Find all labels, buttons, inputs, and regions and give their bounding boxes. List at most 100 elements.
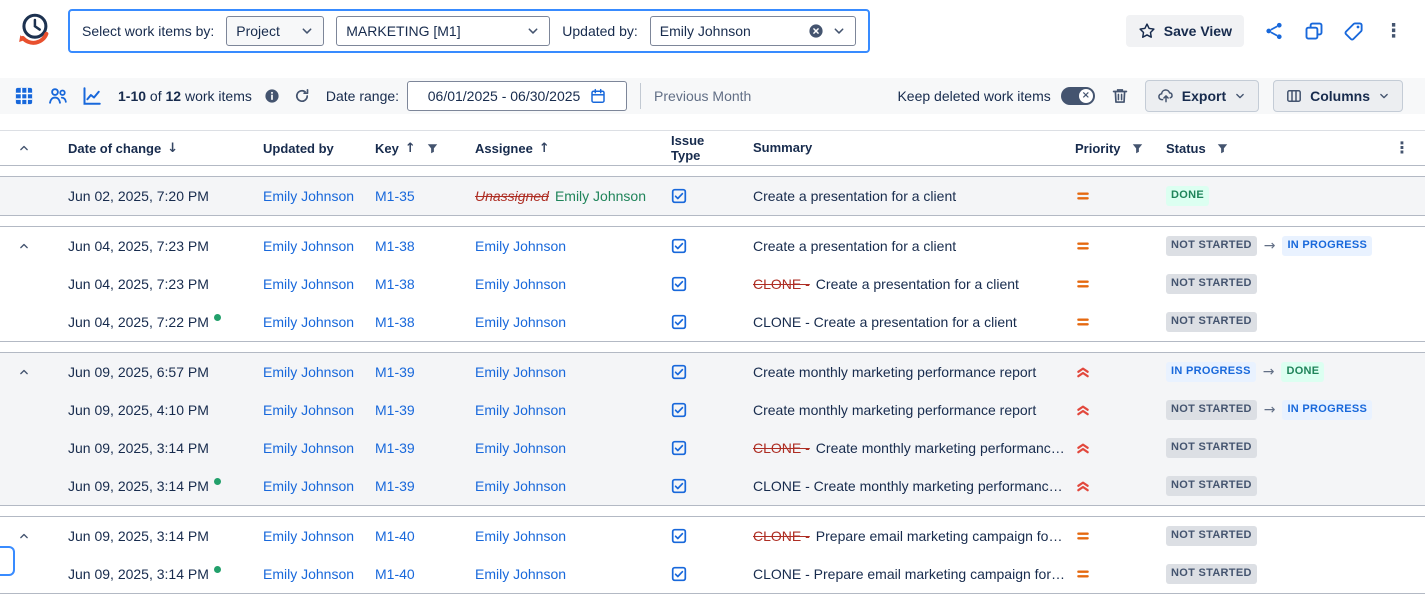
date-text: Jun 09, 2025, 3:14 PM	[68, 528, 209, 544]
copy-icon[interactable]	[1304, 21, 1324, 41]
date-cell: Jun 09, 2025, 3:14 PM	[48, 566, 243, 582]
date-range-input[interactable]: 06/01/2025 - 06/30/2025	[407, 81, 627, 111]
status-badge: NOT STARTED	[1166, 400, 1257, 419]
collapse-all-icon[interactable]	[18, 142, 30, 154]
chevron-down-icon	[300, 24, 314, 38]
key-link[interactable]: M1-39	[375, 402, 415, 418]
chevron-down-icon	[526, 24, 540, 38]
key-link[interactable]: M1-35	[375, 188, 415, 204]
chart-view-icon[interactable]	[82, 86, 102, 106]
key-link[interactable]: M1-39	[375, 364, 415, 380]
key-link[interactable]: M1-38	[375, 238, 415, 254]
table-row: Jun 04, 2025, 7:23 PM Emily Johnson M1-3…	[0, 265, 1425, 303]
assignee-link[interactable]: Emily Johnson	[475, 238, 566, 254]
priority-medium-icon	[1075, 188, 1091, 204]
date-text: Jun 09, 2025, 3:14 PM	[68, 566, 209, 582]
sort-desc-icon[interactable]: ↓	[167, 141, 178, 156]
tag-icon[interactable]	[1344, 21, 1364, 41]
filter-funnel-icon[interactable]	[1131, 142, 1144, 155]
key-link[interactable]: M1-38	[375, 276, 415, 292]
assignee-link[interactable]: Emily Johnson	[475, 314, 566, 330]
more-options-icon[interactable]: ⋮	[1384, 22, 1403, 41]
previous-month-link[interactable]: Previous Month	[654, 88, 751, 104]
info-icon[interactable]	[264, 88, 280, 104]
assignee-link[interactable]: Emily Johnson	[475, 402, 566, 418]
status-badge: NOT STARTED	[1166, 476, 1257, 495]
updated-by-link[interactable]: Emily Johnson	[263, 528, 354, 544]
priority-cell	[1073, 276, 1164, 292]
updated-by-link[interactable]: Emily Johnson	[263, 364, 354, 380]
collapse-group-icon[interactable]	[18, 530, 30, 542]
assignee-link[interactable]: Emily Johnson	[475, 566, 566, 582]
app-root: { "colors": { "accent_blue": "#1868DB", …	[0, 0, 1425, 594]
filter-by-value: Project	[236, 23, 280, 39]
save-view-button[interactable]: Save View	[1126, 15, 1244, 47]
filter-funnel-icon[interactable]	[426, 142, 439, 155]
columns-button[interactable]: Columns	[1273, 80, 1403, 112]
date-cell: Jun 09, 2025, 3:14 PM	[48, 528, 243, 544]
key-link[interactable]: M1-38	[375, 314, 415, 330]
updated-by-link[interactable]: Emily Johnson	[263, 188, 354, 204]
priority-cell	[1073, 238, 1164, 254]
updated-by-link[interactable]: Emily Johnson	[263, 238, 354, 254]
priority-cell	[1073, 566, 1164, 582]
col-header-priority[interactable]: Priority	[1075, 141, 1121, 156]
task-icon	[671, 440, 687, 456]
keep-deleted-toggle[interactable]: ×	[1061, 87, 1095, 105]
table-view-icon[interactable]	[14, 86, 34, 106]
key-link[interactable]: M1-39	[375, 440, 415, 456]
updated-by-link[interactable]: Emily Johnson	[263, 440, 354, 456]
col-header-issue-type[interactable]: Issue Type	[671, 133, 735, 163]
collapse-group-icon[interactable]	[18, 366, 30, 378]
table-more-options-icon[interactable]: ⋮	[1394, 140, 1410, 156]
col-header-assignee[interactable]: Assignee	[475, 141, 533, 156]
filter-by-dropdown[interactable]: Project	[226, 16, 324, 46]
updated-by-link[interactable]: Emily Johnson	[263, 478, 354, 494]
col-header-summary[interactable]: Summary	[753, 130, 812, 166]
sort-asc-icon[interactable]: ↑	[539, 141, 550, 156]
clear-filter-icon[interactable]	[808, 23, 824, 39]
updated-by-link[interactable]: Emily Johnson	[263, 402, 354, 418]
project-dropdown[interactable]: MARKETING [M1]	[336, 16, 550, 46]
assignee-link[interactable]: Emily Johnson	[475, 440, 566, 456]
assignee-link[interactable]: Emily Johnson	[475, 478, 566, 494]
key-link[interactable]: M1-39	[375, 478, 415, 494]
assignee-cell: Emily Johnson	[455, 528, 651, 544]
key-link[interactable]: M1-40	[375, 566, 415, 582]
filter-funnel-icon[interactable]	[1216, 142, 1229, 155]
export-button[interactable]: Export	[1145, 80, 1259, 112]
assignee-link[interactable]: Emily Johnson	[475, 364, 566, 380]
assignee-link[interactable]: Emily Johnson	[475, 276, 566, 292]
chevron-down-icon	[832, 24, 846, 38]
key-link[interactable]: M1-40	[375, 528, 415, 544]
priority-cell	[1073, 364, 1164, 380]
floating-widget[interactable]	[0, 546, 15, 576]
status-badge: IN PROGRESS	[1282, 236, 1372, 255]
updated-by-dropdown[interactable]: Emily Johnson	[650, 16, 856, 46]
assignee-link[interactable]: Emily Johnson	[475, 528, 566, 544]
assignee-old-value: Unassigned	[475, 188, 549, 204]
updated-by-link[interactable]: Emily Johnson	[263, 566, 354, 582]
date-text: Jun 04, 2025, 7:22 PM	[68, 314, 209, 330]
summary-cell: Create monthly marketing performance rep…	[735, 391, 1073, 429]
refresh-icon[interactable]	[294, 88, 310, 104]
col-header-status[interactable]: Status	[1166, 141, 1206, 156]
date-cell: Jun 09, 2025, 3:14 PM	[48, 440, 243, 456]
share-icon[interactable]	[1264, 21, 1284, 41]
summary-text: Create monthly marketing performance rep…	[753, 402, 1036, 418]
status-cell: IN PROGRESS→DONE	[1164, 362, 1379, 381]
chevron-down-icon	[1234, 90, 1246, 102]
updated-by-link[interactable]: Emily Johnson	[263, 314, 354, 330]
keep-deleted-label: Keep deleted work items	[897, 88, 1050, 104]
updated-by-link[interactable]: Emily Johnson	[263, 276, 354, 292]
priority-medium-icon	[1075, 566, 1091, 582]
people-view-icon[interactable]	[48, 86, 68, 106]
trash-icon[interactable]	[1111, 87, 1129, 105]
collapse-group-icon[interactable]	[18, 240, 30, 252]
col-header-key[interactable]: Key	[375, 141, 399, 156]
col-header-date-of-change[interactable]: Date of change	[68, 141, 161, 156]
status-cell: NOT STARTED→IN PROGRESS	[1164, 400, 1379, 419]
col-header-updated-by[interactable]: Updated by	[263, 141, 334, 156]
sort-asc-icon[interactable]: ↑	[405, 141, 416, 156]
divider	[640, 83, 641, 109]
